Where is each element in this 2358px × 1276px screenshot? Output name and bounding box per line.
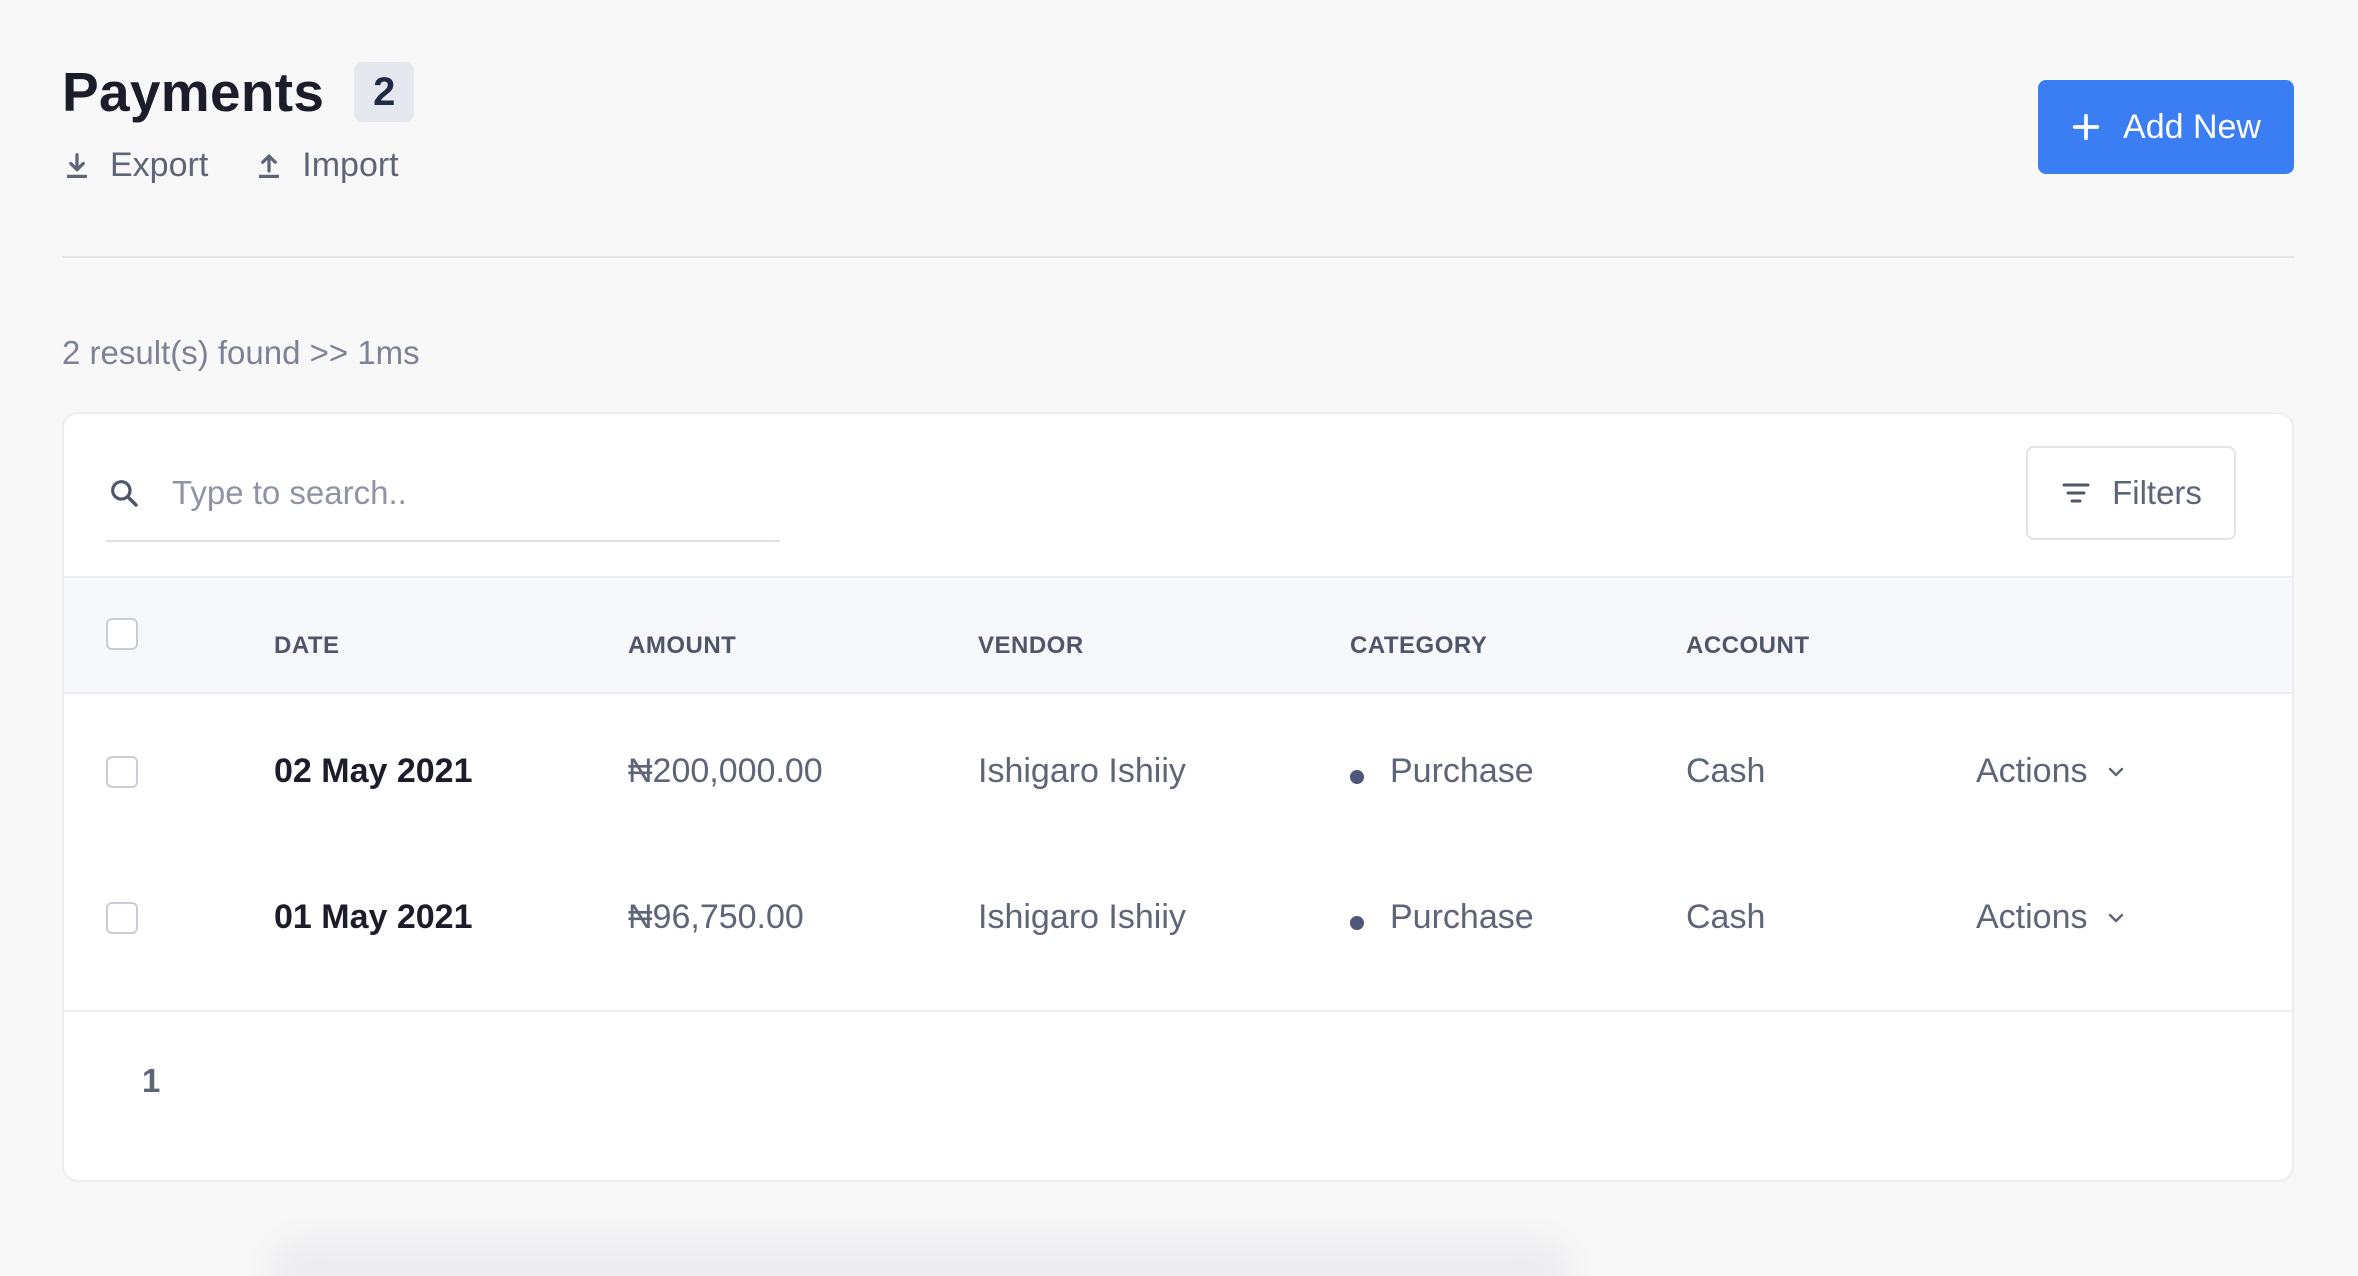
filters-button[interactable]: Filters [2026,446,2236,540]
payments-page: Payments 2 Export Import Add New 2 resul… [0,0,2358,1276]
import-export-row: Export Import [62,146,2294,185]
select-all-checkbox[interactable] [106,618,138,650]
row-category: Purchase [1390,752,1534,790]
search-box [106,446,780,542]
row-amount: ₦96,750.00 [628,898,804,936]
actions-label: Actions [1976,752,2088,790]
row-checkbox[interactable] [106,756,138,788]
title-row: Payments 2 [62,60,2294,124]
download-icon [67,152,87,178]
table-row: 01 May 2021 ₦96,750.00 Ishigaro Ishiiy P… [64,852,2292,1010]
export-link[interactable]: Export [62,146,208,185]
table-header: DATE AMOUNT VENDOR CATEGORY ACCOUNT [64,576,2292,694]
column-header-vendor[interactable]: VENDOR [978,632,1084,660]
category-dot [1350,770,1364,784]
search-icon [111,480,138,507]
filter-icon [2062,483,2090,503]
import-label: Import [302,146,399,184]
row-amount: ₦200,000.00 [628,752,823,790]
bottom-shadow [270,1240,1570,1276]
search-input[interactable] [172,474,732,512]
add-new-label: Add New [2123,107,2261,146]
row-date: 02 May 2021 [274,752,473,790]
results-summary: 2 result(s) found >> 1ms [62,334,420,371]
column-header-amount[interactable]: AMOUNT [628,632,736,660]
upload-icon [259,153,280,178]
import-link[interactable]: Import [254,146,399,185]
filters-label: Filters [2112,474,2202,511]
page-header: Payments 2 Export Import Add New [62,60,2294,256]
row-actions-menu[interactable]: Actions [1976,898,2128,937]
add-new-button[interactable]: Add New [2038,80,2294,174]
page-title: Payments [62,61,325,123]
page-number-current[interactable]: 1 [142,1062,160,1100]
export-label: Export [110,146,209,184]
table-toolbar: Filters [64,414,2292,576]
table-row: 02 May 2021 ₦200,000.00 Ishigaro Ishiiy … [64,694,2292,852]
row-date: 01 May 2021 [274,898,473,936]
category-dot [1350,916,1364,930]
header-divider [62,256,2294,258]
column-header-category[interactable]: CATEGORY [1350,632,1487,660]
column-header-date[interactable]: DATE [274,632,340,660]
payments-table-card: Filters DATE AMOUNT VENDOR CATEGORY ACCO… [62,412,2294,1182]
count-badge: 2 [354,62,415,122]
row-actions-menu[interactable]: Actions [1976,752,2128,791]
row-account: Cash [1686,752,1766,790]
row-vendor: Ishigaro Ishiiy [978,752,1186,790]
row-account: Cash [1686,898,1766,936]
row-category: Purchase [1390,898,1534,936]
column-header-account[interactable]: ACCOUNT [1686,632,1810,660]
plus-icon [2072,113,2100,141]
pagination: 1 [64,1010,2292,1180]
row-checkbox[interactable] [106,902,138,934]
chevron-down-icon [2108,767,2123,776]
actions-label: Actions [1976,898,2088,936]
row-vendor: Ishigaro Ishiiy [978,898,1186,936]
chevron-down-icon [2108,913,2123,922]
